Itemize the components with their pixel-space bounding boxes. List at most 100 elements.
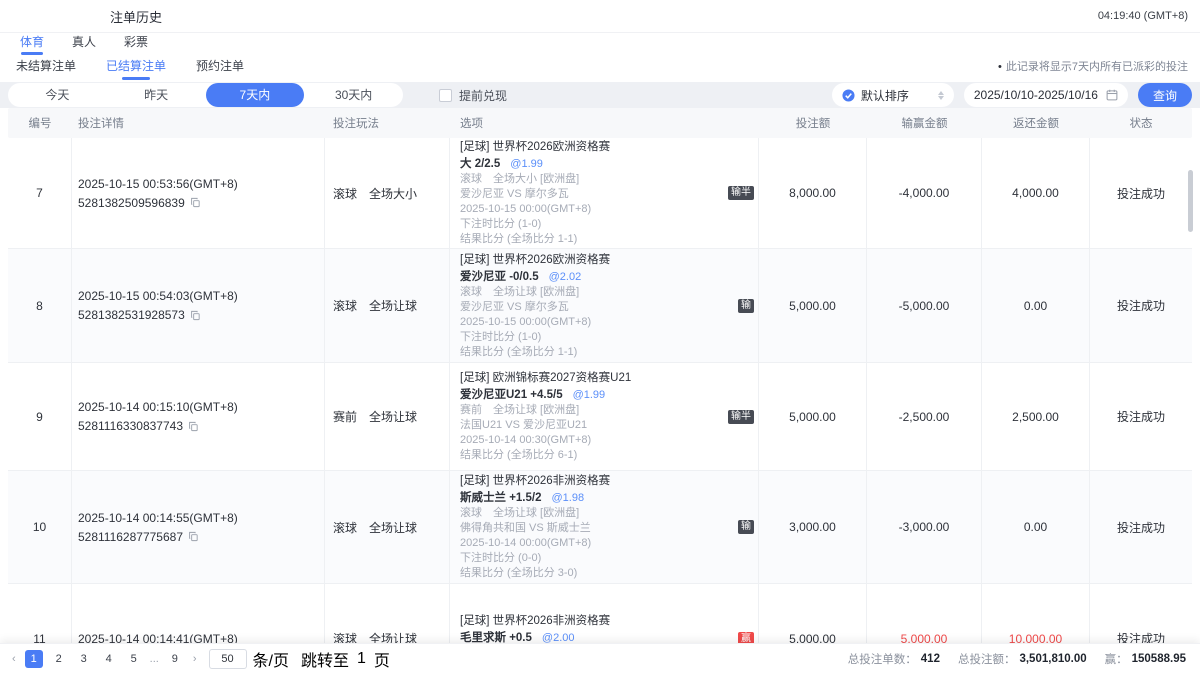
range-today[interactable]: 今天 bbox=[8, 83, 107, 107]
column-header-0: 编号 bbox=[8, 115, 72, 131]
bet-time: 2025-10-14 00:14:41(GMT+8) bbox=[78, 632, 238, 644]
range-yesterday[interactable]: 昨天 bbox=[107, 83, 206, 107]
selection-detail-line: 2025-10-15 00:00(GMT+8) bbox=[460, 315, 738, 330]
bet-play-type: 滚球 全场让球 bbox=[325, 584, 450, 643]
column-header-4: 投注额 bbox=[759, 115, 867, 131]
page-button-3[interactable]: 3 bbox=[75, 650, 93, 668]
status-text: 投注成功 bbox=[1090, 249, 1192, 362]
status-text: 投注成功 bbox=[1090, 138, 1192, 248]
result-badge: 输 bbox=[738, 520, 754, 534]
page-button-5[interactable]: 5 bbox=[125, 650, 143, 668]
selection-cell: [足球] 世界杯2026欧洲资格赛爱沙尼亚 -0/0.5@2.02滚球 全场让球… bbox=[450, 249, 759, 362]
next-page-button[interactable]: › bbox=[191, 653, 199, 665]
table-header: 编号投注详情投注玩法选项投注额输赢金额返还金额状态 bbox=[8, 108, 1192, 138]
selection-detail-line: 赛前 全场让球 [欧洲盘] bbox=[460, 403, 728, 418]
pick-line: 大 2/2.5 @1.99 bbox=[460, 155, 728, 172]
selection-lines: [足球] 世界杯2026非洲资格赛斯威士兰 +1.5/2@1.98滚球 全场让球… bbox=[460, 473, 738, 581]
league-name: [足球] 世界杯2026非洲资格赛 bbox=[460, 613, 738, 629]
copy-icon[interactable] bbox=[190, 310, 201, 321]
bet-history-page: 注单历史 04:19:40 (GMT+8) 体育真人彩票 未结算注单已结算注单预… bbox=[0, 0, 1200, 673]
subtab-settled[interactable]: 已结算注单 bbox=[104, 57, 168, 82]
range-30days[interactable]: 30天内 bbox=[304, 83, 403, 107]
query-button[interactable]: 查询 bbox=[1138, 83, 1192, 107]
row-number: 9 bbox=[8, 363, 72, 470]
row-number: 7 bbox=[8, 138, 72, 248]
prev-page-button[interactable]: ‹ bbox=[10, 653, 18, 665]
bet-play-type: 滚球 全场让球 bbox=[325, 249, 450, 362]
scrollbar[interactable] bbox=[1188, 170, 1193, 232]
pick-name: 爱沙尼亚U21 +4.5/5 bbox=[460, 389, 563, 401]
league-name: [足球] 世界杯2026非洲资格赛 bbox=[460, 473, 738, 489]
bet-id-line: 5281382531928573 bbox=[78, 308, 201, 322]
selection-cell: [足球] 世界杯2026非洲资格赛斯威士兰 +1.5/2@1.98滚球 全场让球… bbox=[450, 471, 759, 583]
table-row: 72025-10-15 00:53:56(GMT+8)5281382509596… bbox=[8, 138, 1192, 248]
selection-cell: [足球] 欧洲锦标赛2027资格赛U21 爱沙尼亚U21 +4.5/5 @1.99 赛… bbox=[450, 363, 759, 470]
table-row: 102025-10-14 00:14:55(GMT+8)528111628777… bbox=[8, 470, 1192, 583]
league-name: [足球] 欧洲锦标赛2027资格赛U21 bbox=[460, 370, 728, 386]
page-ellipsis: ... bbox=[150, 653, 159, 665]
check-circle-icon bbox=[842, 89, 855, 102]
subtab-reserved[interactable]: 预约注单 bbox=[194, 57, 246, 82]
bet-table: 编号投注详情投注玩法选项投注额输赢金额返还金额状态 72025-10-15 00… bbox=[8, 108, 1192, 643]
return-amount: 0.00 bbox=[982, 471, 1090, 583]
sort-select-value: 默认排序 bbox=[861, 87, 909, 104]
copy-icon[interactable] bbox=[190, 197, 201, 208]
bet-id-line: 5281116287775687 bbox=[78, 530, 199, 544]
selection-detail-line: 滚球 全场让球 [欧洲盘] bbox=[460, 506, 738, 521]
note-text: 此记录将显示7天内所有已派彩的投注 bbox=[1006, 61, 1188, 73]
bet-play-type: 滚球 全场让球 bbox=[325, 471, 450, 583]
bet-detail-cell: 2025-10-15 00:54:03(GMT+8)52813825319285… bbox=[72, 249, 325, 362]
note-bullet: • bbox=[998, 61, 1002, 73]
tab-live[interactable]: 真人 bbox=[70, 33, 98, 55]
per-page-label: 条/页 bbox=[253, 647, 289, 671]
page-button-9[interactable]: 9 bbox=[166, 650, 184, 668]
early-cashout-checkbox-row[interactable]: 提前兑现 bbox=[439, 87, 507, 104]
selection-detail-line: 爱沙尼亚 VS 摩尔多瓦 bbox=[460, 187, 728, 202]
copy-icon[interactable] bbox=[188, 531, 199, 542]
bet-amount: 8,000.00 bbox=[759, 138, 867, 248]
table-body: 72025-10-15 00:53:56(GMT+8)5281382509596… bbox=[8, 138, 1192, 643]
copy-icon[interactable] bbox=[188, 421, 199, 432]
win-loss-amount: -4,000.00 bbox=[867, 138, 982, 248]
odds-value: @2.00 bbox=[542, 632, 575, 643]
jump-page-input[interactable]: 1 bbox=[357, 650, 366, 668]
bet-amount: 3,000.00 bbox=[759, 471, 867, 583]
return-amount: 2,500.00 bbox=[982, 363, 1090, 470]
row-number: 10 bbox=[8, 471, 72, 583]
bet-play-type: 滚球 全场大小 bbox=[325, 138, 450, 248]
odds-value: @1.99 bbox=[573, 389, 606, 401]
table-row: 92025-10-14 00:15:10(GMT+8)5281116330837… bbox=[8, 362, 1192, 470]
page-button-1[interactable]: 1 bbox=[25, 650, 43, 668]
odds-value: @2.02 bbox=[549, 271, 582, 283]
date-range-picker[interactable]: 2025/10/10-2025/10/16 bbox=[964, 83, 1128, 107]
early-cashout-label: 提前兑现 bbox=[459, 87, 507, 104]
selection-detail-line: 结果比分 (全场比分 3-0) bbox=[460, 566, 738, 581]
bet-id-line: 5281116330837743 bbox=[78, 419, 199, 433]
status-tabs: 未结算注单 已结算注单 预约注单 • 此记录将显示7天内所有已派彩的投注 bbox=[0, 55, 1200, 82]
sort-select[interactable]: 默认排序 bbox=[832, 83, 954, 107]
win-loss-amount: 5,000.00 bbox=[867, 584, 982, 643]
range-7days[interactable]: 7天内 bbox=[206, 83, 305, 107]
selection-detail-line: 下注时比分 (1-0) bbox=[460, 217, 728, 232]
bet-id: 5281116287775687 bbox=[78, 530, 183, 544]
tab-sports[interactable]: 体育 bbox=[18, 33, 46, 55]
selection-detail-line: 2025-10-14 00:30(GMT+8) bbox=[460, 433, 728, 448]
column-header-1: 投注详情 bbox=[72, 115, 325, 131]
pick-name: 大 2/2.5 bbox=[460, 158, 500, 170]
result-badge: 输半 bbox=[728, 410, 754, 424]
win-loss-amount: -3,000.00 bbox=[867, 471, 982, 583]
status-text: 投注成功 bbox=[1090, 471, 1192, 583]
table-row: 112025-10-14 00:14:41(GMT+8)滚球 全场让球[足球] … bbox=[8, 583, 1192, 643]
total-bet-amount: 总投注额： 3,501,810.00 bbox=[958, 651, 1087, 667]
tab-lottery[interactable]: 彩票 bbox=[122, 33, 150, 55]
page-size-input[interactable] bbox=[209, 649, 247, 669]
result-badge: 输 bbox=[738, 299, 754, 313]
page-button-4[interactable]: 4 bbox=[100, 650, 118, 668]
selection-cell: [足球] 世界杯2026非洲资格赛毛里求斯 +0.5@2.00滚球 全场让球 [… bbox=[450, 584, 759, 643]
checkbox-icon[interactable] bbox=[439, 89, 452, 102]
page-button-2[interactable]: 2 bbox=[50, 650, 68, 668]
column-header-6: 返还金额 bbox=[982, 115, 1090, 131]
odds-value: @1.99 bbox=[510, 158, 543, 170]
odds-value: @1.98 bbox=[552, 492, 585, 504]
subtab-unsettled[interactable]: 未结算注单 bbox=[14, 57, 78, 82]
